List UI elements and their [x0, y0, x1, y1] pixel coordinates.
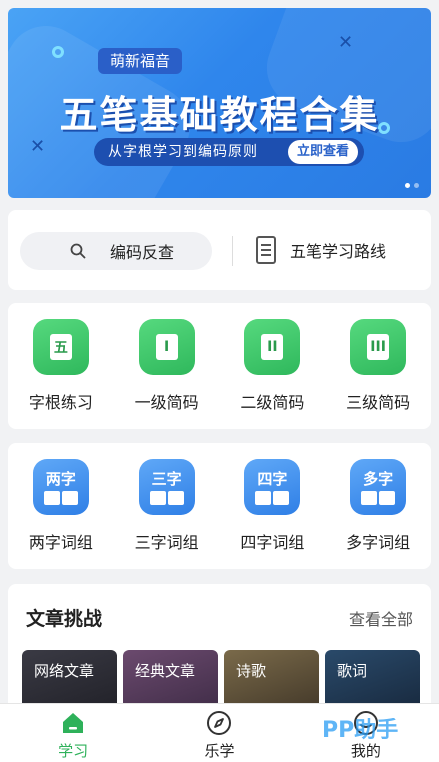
practice-item-level2[interactable]: II 二级简码 [220, 319, 326, 413]
practice-card: 五 字根练习 I 一级简码 II 二级简码 III 三级简码 [8, 303, 431, 429]
tab-label: 乐学 [204, 742, 235, 760]
level-two-icon: II [244, 319, 301, 375]
carousel-dot[interactable] [414, 183, 419, 188]
code-lookup-label: 编码反查 [110, 243, 175, 262]
icon-glyph: 两字 [45, 469, 76, 488]
phrase-item-four[interactable]: 四字 四字词组 [220, 459, 326, 553]
book-icon: 多字 [350, 459, 407, 515]
practice-item-level1[interactable]: I 一级简码 [114, 319, 220, 413]
code-lookup-button[interactable]: 编码反查 [20, 232, 212, 270]
home-icon [63, 713, 84, 733]
icon-glyph: II [261, 334, 284, 360]
compass-icon [207, 711, 232, 735]
icon-glyph: 四字 [257, 469, 288, 488]
icon-glyph: I [155, 334, 178, 360]
book-icon: 四字 [244, 459, 301, 515]
phrase-item-two[interactable]: 两字 两字词组 [8, 459, 114, 553]
watermark: PP助手 [322, 718, 399, 743]
phrase-item-label: 两字词组 [28, 533, 93, 552]
practice-item-label: 一级简码 [134, 393, 199, 412]
banner-headline: 五笔基础教程合集 [59, 93, 380, 137]
learning-route-button[interactable]: 五笔学习路线 [256, 236, 386, 264]
cross-decoration-icon: ✕ [30, 136, 46, 157]
practice-item-radicals[interactable]: 五 字根练习 [8, 319, 114, 413]
level-one-icon: I [138, 319, 195, 375]
ring-decoration-icon [52, 46, 64, 58]
radical-practice-icon: 五 [32, 319, 89, 375]
book-icon: 三字 [138, 459, 195, 515]
phrases-card: 两字 两字词组 三字 三字词组 四字 四字词组 多字 多字词组 [8, 443, 431, 569]
phrase-item-label: 多字词组 [346, 533, 411, 552]
level-three-icon: III [350, 319, 407, 375]
section-title: 文章挑战 [26, 608, 103, 630]
promo-banner[interactable]: ✕ ✕ 萌新福音 五笔基础教程合集 从字根学习到编码原则 立即查看 [8, 8, 431, 198]
icon-glyph: III [367, 334, 390, 360]
practice-item-level3[interactable]: III 三级简码 [325, 319, 431, 413]
practice-item-label: 二级简码 [240, 393, 305, 412]
tab-fun-learning[interactable]: 乐学 [146, 704, 292, 762]
phrase-item-label: 三字词组 [134, 533, 199, 552]
practice-item-label: 三级简码 [346, 393, 411, 412]
phrase-item-three[interactable]: 三字 三字词组 [114, 459, 220, 553]
document-icon [256, 236, 276, 264]
divider [232, 236, 233, 266]
carousel-dot[interactable] [405, 183, 410, 188]
tools-card: 编码反查 五笔学习路线 [8, 210, 431, 290]
view-now-button[interactable]: 立即查看 [288, 140, 358, 164]
icon-glyph: 三字 [151, 469, 182, 488]
search-icon [70, 243, 86, 259]
book-icon: 两字 [32, 459, 89, 515]
phrase-item-multi[interactable]: 多字 多字词组 [325, 459, 431, 553]
icon-glyph: 五 [49, 334, 72, 360]
phrase-item-label: 四字词组 [240, 533, 305, 552]
view-all-link[interactable]: 查看全部 [349, 606, 413, 630]
banner-tag: 萌新福音 [98, 48, 183, 74]
practice-item-label: 字根练习 [28, 393, 93, 412]
tab-study[interactable]: 学习 [0, 704, 146, 762]
learning-route-label: 五笔学习路线 [290, 242, 387, 261]
carousel-indicator[interactable] [405, 183, 419, 188]
cross-decoration-icon: ✕ [338, 32, 354, 53]
icon-glyph: 多字 [363, 469, 394, 488]
tab-label: 学习 [58, 742, 89, 760]
